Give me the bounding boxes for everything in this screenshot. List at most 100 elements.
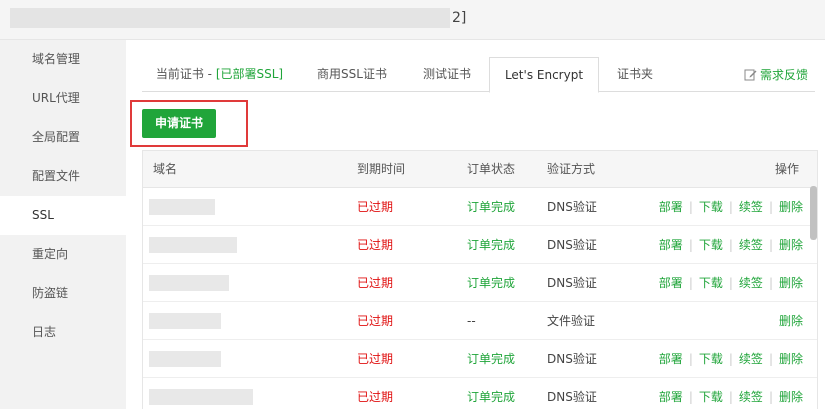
sidebar-item-config-file[interactable]: 配置文件 <box>0 157 126 196</box>
feedback-label: 需求反馈 <box>760 68 809 82</box>
deploy-link[interactable]: 部署 <box>659 200 683 214</box>
col-method: 验证方式 <box>547 162 596 176</box>
delete-link[interactable]: 删除 <box>779 200 803 214</box>
method-value: 文件验证 <box>547 314 596 328</box>
status-value: 订单完成 <box>467 238 516 252</box>
apply-cert-button[interactable]: 申请证书 <box>142 109 216 138</box>
tab-cert-folder[interactable]: 证书夹 <box>602 57 668 92</box>
separator: | <box>688 200 693 214</box>
method-value: DNS验证 <box>547 352 597 366</box>
dialog-title-bar: 2] <box>0 0 825 40</box>
status-value: 订单完成 <box>467 276 516 290</box>
dialog-title-suffix: 2] <box>452 10 467 26</box>
download-link[interactable]: 下载 <box>699 390 723 404</box>
redacted-domain <box>149 389 253 405</box>
deploy-link[interactable]: 部署 <box>659 238 683 252</box>
redacted-domain <box>149 199 215 215</box>
deploy-link[interactable]: 部署 <box>659 276 683 290</box>
expiry-value: 已过期 <box>357 276 394 290</box>
method-value: DNS验证 <box>547 276 597 290</box>
delete-link[interactable]: 删除 <box>779 352 803 366</box>
redacted-domain <box>149 275 229 291</box>
status-value: -- <box>467 314 476 328</box>
row-actions: 部署 | 下载 | 续签 | 删除 <box>659 340 803 378</box>
separator: | <box>728 390 733 404</box>
method-value: DNS验证 <box>547 200 597 214</box>
col-expiry: 到期时间 <box>357 162 406 176</box>
tab-current-cert[interactable]: 当前证书 - [已部署SSL] <box>142 57 297 92</box>
sidebar-item-global-config[interactable]: 全局配置 <box>0 118 126 157</box>
feedback-link[interactable]: 需求反馈 <box>744 66 808 83</box>
tab-current-cert-label: 当前证书 - <box>155 67 216 81</box>
col-actions: 操作 <box>775 162 800 176</box>
expiry-value: 已过期 <box>357 314 394 328</box>
separator: | <box>728 200 733 214</box>
download-link[interactable]: 下载 <box>699 352 723 366</box>
redacted-title <box>10 8 450 28</box>
separator: | <box>688 238 693 252</box>
col-domain: 域名 <box>153 162 178 176</box>
col-status: 订单状态 <box>467 162 516 176</box>
download-link[interactable]: 下载 <box>699 200 723 214</box>
cert-table: 域名 到期时间 订单状态 验证方式 操作 已过期 订单完成 DNS验证 部署 | 下… <box>142 150 818 409</box>
separator: | <box>688 352 693 366</box>
expiry-value: 已过期 <box>357 238 394 252</box>
status-value: 订单完成 <box>467 352 516 366</box>
separator: | <box>728 238 733 252</box>
status-value: 订单完成 <box>467 200 516 214</box>
expiry-value: 已过期 <box>357 200 394 214</box>
renew-link[interactable]: 续签 <box>739 200 763 214</box>
table-row: 已过期 订单完成 DNS验证 部署 | 下载 | 续签 | 删除 <box>143 378 817 409</box>
table-row: 已过期 订单完成 DNS验证 部署 | 下载 | 续签 | 删除 <box>143 188 817 226</box>
separator: | <box>768 352 773 366</box>
tab-current-cert-status: [已部署SSL] <box>215 67 284 81</box>
delete-link[interactable]: 删除 <box>779 390 803 404</box>
separator: | <box>768 390 773 404</box>
method-value: DNS验证 <box>547 390 597 404</box>
renew-link[interactable]: 续签 <box>739 276 763 290</box>
separator: | <box>728 352 733 366</box>
sidebar-item-url-proxy[interactable]: URL代理 <box>0 79 126 118</box>
row-actions: 删除 <box>779 302 803 340</box>
delete-link[interactable]: 删除 <box>779 238 803 252</box>
table-row: 已过期 -- 文件验证 删除 <box>143 302 817 340</box>
renew-link[interactable]: 续签 <box>739 238 763 252</box>
redacted-domain <box>149 313 221 329</box>
download-link[interactable]: 下载 <box>699 276 723 290</box>
expiry-value: 已过期 <box>357 390 394 404</box>
redacted-domain <box>149 237 237 253</box>
separator: | <box>768 200 773 214</box>
sidebar-item-logs[interactable]: 日志 <box>0 313 126 352</box>
ssl-tabs: 当前证书 - [已部署SSL] 商用SSL证书 测试证书 Let's Encry… <box>142 57 815 93</box>
separator: | <box>768 238 773 252</box>
redacted-domain <box>149 351 221 367</box>
row-actions: 部署 | 下载 | 续签 | 删除 <box>659 226 803 264</box>
table-scrollbar[interactable] <box>810 186 817 240</box>
separator: | <box>688 276 693 290</box>
separator: | <box>688 390 693 404</box>
table-row: 已过期 订单完成 DNS验证 部署 | 下载 | 续签 | 删除 <box>143 226 817 264</box>
tab-lets-encrypt[interactable]: Let's Encrypt <box>489 57 599 93</box>
delete-link[interactable]: 删除 <box>779 314 803 328</box>
download-link[interactable]: 下载 <box>699 238 723 252</box>
row-actions: 部署 | 下载 | 续签 | 删除 <box>659 264 803 302</box>
sidebar-item-domain-management[interactable]: 域名管理 <box>0 40 126 79</box>
expiry-value: 已过期 <box>357 352 394 366</box>
status-value: 订单完成 <box>467 390 516 404</box>
sidebar: 域名管理 URL代理 全局配置 配置文件 SSL 重定向 防盗链 日志 <box>0 40 126 409</box>
tab-test-cert[interactable]: 测试证书 <box>404 57 490 92</box>
sidebar-item-ssl[interactable]: SSL <box>0 196 126 235</box>
deploy-link[interactable]: 部署 <box>659 390 683 404</box>
renew-link[interactable]: 续签 <box>739 390 763 404</box>
sidebar-item-hotlink-protection[interactable]: 防盗链 <box>0 274 126 313</box>
separator: | <box>728 276 733 290</box>
row-actions: 部署 | 下载 | 续签 | 删除 <box>659 188 803 226</box>
method-value: DNS验证 <box>547 238 597 252</box>
renew-link[interactable]: 续签 <box>739 352 763 366</box>
sidebar-item-redirect[interactable]: 重定向 <box>0 235 126 274</box>
delete-link[interactable]: 删除 <box>779 276 803 290</box>
deploy-link[interactable]: 部署 <box>659 352 683 366</box>
tab-commercial-ssl[interactable]: 商用SSL证书 <box>302 57 402 92</box>
table-row: 已过期 订单完成 DNS验证 部署 | 下载 | 续签 | 删除 <box>143 340 817 378</box>
separator: | <box>768 276 773 290</box>
